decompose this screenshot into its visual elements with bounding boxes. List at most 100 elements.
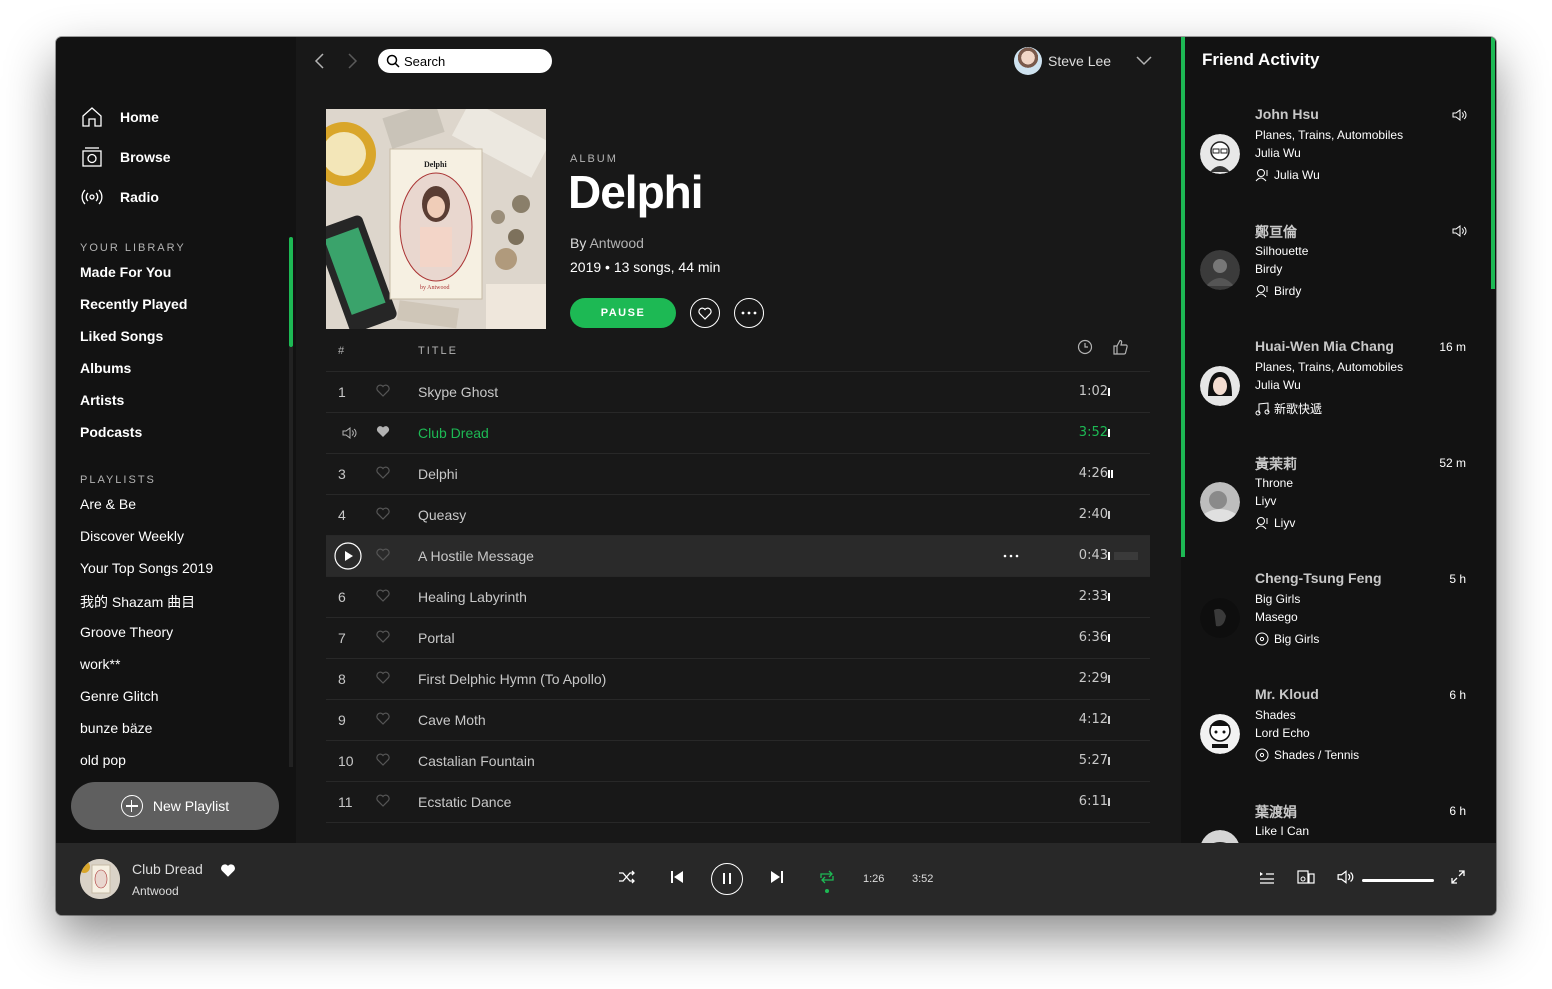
now-playing-artist[interactable]: Antwood xyxy=(132,884,179,898)
playlist-item[interactable]: old pop xyxy=(80,752,126,768)
playlist-item[interactable]: Discover Weekly xyxy=(80,528,184,544)
playlist-item[interactable]: Groove Theory xyxy=(80,624,173,640)
friend-item[interactable]: 黃茉莉 52 m Throne Liyv Liyv xyxy=(1181,454,1496,570)
volume-icon[interactable] xyxy=(1337,869,1355,885)
search-input[interactable]: Search xyxy=(378,49,552,73)
heart-outline-icon[interactable] xyxy=(376,466,390,479)
nav-radio[interactable]: Radio xyxy=(80,185,159,209)
friend-name[interactable]: 黃茉莉 xyxy=(1255,454,1297,474)
library-item-albums[interactable]: Albums xyxy=(80,360,131,376)
track-row[interactable]: 8 First Delphic Hymn (To Apollo) 2:29 xyxy=(326,658,1150,699)
friend-context[interactable]: Birdy xyxy=(1255,284,1301,298)
fullscreen-icon[interactable] xyxy=(1450,869,1466,885)
library-item-podcasts[interactable]: Podcasts xyxy=(80,424,142,440)
friend-item[interactable]: Mr. Kloud 6 h Shades Lord Echo Shades / … xyxy=(1181,686,1496,802)
library-item-artists[interactable]: Artists xyxy=(80,392,124,408)
friend-name[interactable]: 葉渡娟 xyxy=(1255,802,1297,822)
friend-artist[interactable]: Lord Echo xyxy=(1255,726,1310,740)
pause-button[interactable] xyxy=(711,863,743,895)
friend-artist[interactable]: Liyv xyxy=(1255,494,1276,508)
pause-button[interactable]: PAUSE xyxy=(570,298,676,328)
playlist-item[interactable]: bunze bäze xyxy=(80,720,152,736)
col-title-header[interactable]: TITLE xyxy=(418,345,458,357)
repeat-icon[interactable] xyxy=(818,869,836,885)
new-playlist-button[interactable]: New Playlist xyxy=(71,782,279,830)
friend-name[interactable]: Mr. Kloud xyxy=(1255,686,1319,702)
friend-artist[interactable]: Birdy xyxy=(1255,262,1282,276)
playlist-item[interactable]: Your Top Songs 2019 xyxy=(80,560,213,576)
friend-song[interactable]: Planes, Trains, Automobiles xyxy=(1255,360,1403,374)
previous-track-icon[interactable] xyxy=(670,870,684,884)
friend-name[interactable]: Huai-Wen Mia Chang xyxy=(1255,338,1394,354)
forward-arrow-icon[interactable] xyxy=(342,51,362,71)
track-row[interactable]: 11 Ecstatic Dance 6:11 xyxy=(326,781,1150,822)
track-more-icon[interactable] xyxy=(1003,554,1019,558)
track-row[interactable]: 9 Cave Moth 4:12 xyxy=(326,699,1150,740)
friend-context[interactable]: 新歌快遞 xyxy=(1255,400,1322,417)
friend-name[interactable]: 鄭亘倫 xyxy=(1255,222,1297,242)
track-row[interactable]: 1 Skype Ghost 1:02 xyxy=(326,371,1150,412)
friend-item[interactable]: John Hsu Planes, Trains, Automobiles Jul… xyxy=(1181,106,1496,222)
heart-outline-icon[interactable] xyxy=(376,548,390,561)
track-row[interactable]: 6 Healing Labyrinth 2:33 xyxy=(326,576,1150,617)
friend-song[interactable]: Planes, Trains, Automobiles xyxy=(1255,128,1403,142)
now-playing-cover[interactable] xyxy=(80,859,120,899)
devices-icon[interactable] xyxy=(1297,869,1315,885)
track-row[interactable]: 10 Castalian Fountain 5:27 xyxy=(326,740,1150,781)
playlist-item[interactable]: Genre Glitch xyxy=(80,688,159,704)
heart-outline-icon[interactable] xyxy=(376,794,390,807)
heart-filled-icon[interactable] xyxy=(220,863,236,878)
next-track-icon[interactable] xyxy=(770,870,784,884)
heart-filled-icon[interactable] xyxy=(376,425,390,438)
friend-artist[interactable]: Masego xyxy=(1255,610,1298,624)
friend-item[interactable]: 葉渡娟 6 h Like I Can xyxy=(1181,802,1496,843)
track-row[interactable]: 7 Portal 6:36 xyxy=(326,617,1150,658)
track-row-playing[interactable]: Club Dread 3:52 xyxy=(326,412,1150,453)
playlist-item[interactable]: work** xyxy=(80,656,120,672)
sidebar-scrollbar[interactable] xyxy=(289,237,293,347)
heart-outline-icon[interactable] xyxy=(376,630,390,643)
save-album-button[interactable] xyxy=(690,298,720,328)
library-item-made-for-you[interactable]: Made For You xyxy=(80,264,171,280)
friend-song[interactable]: Throne xyxy=(1255,476,1293,490)
friend-artist[interactable]: Julia Wu xyxy=(1255,378,1301,392)
friend-item[interactable]: 鄭亘倫 Silhouette Birdy Birdy xyxy=(1181,222,1496,338)
friend-name[interactable]: Cheng-Tsung Feng xyxy=(1255,570,1382,586)
friend-item[interactable]: Cheng-Tsung Feng 5 h Big Girls Masego Bi… xyxy=(1181,570,1496,686)
track-row[interactable]: 4 Queasy 2:40 xyxy=(326,494,1150,535)
friend-name[interactable]: John Hsu xyxy=(1255,106,1319,122)
back-arrow-icon[interactable] xyxy=(310,51,330,71)
friend-song[interactable]: Silhouette xyxy=(1255,244,1308,258)
friend-artist[interactable]: Julia Wu xyxy=(1255,146,1301,160)
nav-home[interactable]: Home xyxy=(80,105,159,129)
friend-item[interactable]: Huai-Wen Mia Chang 16 m Planes, Trains, … xyxy=(1181,338,1496,454)
heart-outline-icon[interactable] xyxy=(376,671,390,684)
now-playing-title[interactable]: Club Dread xyxy=(132,861,203,877)
playlist-item[interactable]: 我的 Shazam 曲目 xyxy=(80,592,195,612)
friend-song[interactable]: Shades xyxy=(1255,708,1296,722)
play-circle-icon[interactable] xyxy=(334,542,362,570)
queue-icon[interactable] xyxy=(1258,869,1276,885)
album-more-button[interactable] xyxy=(734,298,764,328)
user-menu[interactable]: Steve Lee xyxy=(1014,47,1153,75)
heart-outline-icon[interactable] xyxy=(376,753,390,766)
nav-browse[interactable]: Browse xyxy=(80,145,171,169)
friend-context[interactable]: Liyv xyxy=(1255,516,1295,530)
heart-outline-icon[interactable] xyxy=(376,589,390,602)
friend-song[interactable]: Like I Can xyxy=(1255,824,1309,838)
shuffle-icon[interactable] xyxy=(618,869,636,885)
heart-outline-icon[interactable] xyxy=(376,507,390,520)
friend-context[interactable]: Shades / Tennis xyxy=(1255,748,1359,762)
playlist-item[interactable]: Are & Be xyxy=(80,496,136,512)
album-artist-link[interactable]: Antwood xyxy=(589,235,643,251)
library-item-liked-songs[interactable]: Liked Songs xyxy=(80,328,163,344)
heart-outline-icon[interactable] xyxy=(376,384,390,397)
friend-context[interactable]: Julia Wu xyxy=(1255,168,1320,182)
friend-context[interactable]: Big Girls xyxy=(1255,632,1319,646)
track-row-partial[interactable] xyxy=(326,822,1150,843)
friend-song[interactable]: Big Girls xyxy=(1255,592,1300,606)
track-row-hovered[interactable]: A Hostile Message 0:43 xyxy=(326,535,1150,576)
volume-slider[interactable] xyxy=(1362,879,1434,882)
heart-outline-icon[interactable] xyxy=(376,712,390,725)
library-item-recently-played[interactable]: Recently Played xyxy=(80,296,187,312)
